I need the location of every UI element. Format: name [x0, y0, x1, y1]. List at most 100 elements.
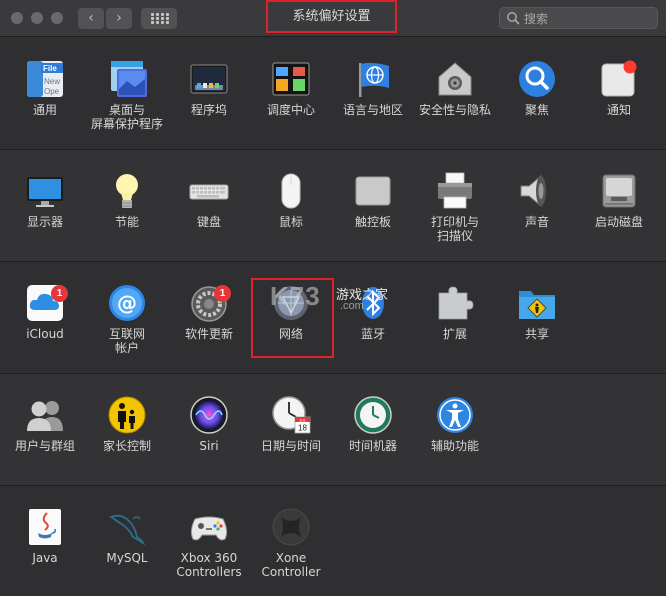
pane-energy-saver[interactable]: 节能 [86, 171, 168, 229]
pane-label: 互联网 帐户 [108, 327, 145, 355]
extensions-icon [438, 286, 474, 320]
pane-trackpad[interactable]: 触控板 [332, 171, 414, 229]
pane-label: 程序坞 [190, 103, 227, 117]
zoom-window-button[interactable] [51, 12, 63, 24]
dock-icon [190, 64, 228, 94]
close-window-button[interactable] [11, 12, 23, 24]
pane-startup-disk[interactable]: 启动磁盘 [578, 171, 660, 229]
pane-accessibility[interactable]: 辅助功能 [414, 395, 496, 453]
pane-label: 调度中心 [266, 103, 315, 117]
xone-controller-icon [272, 508, 310, 546]
startup-disk-icon [602, 174, 636, 208]
pane-label: 网络 [278, 327, 303, 341]
svg-text:File: File [43, 64, 57, 73]
pane-date-time[interactable]: JUL 18 日期与时间 [250, 395, 332, 453]
pane-security-privacy[interactable]: 安全性与隐私 [414, 59, 496, 117]
pane-printers-scanners[interactable]: 打印机与 扫描仪 [414, 171, 496, 243]
pane-siri[interactable]: Siri [168, 395, 250, 453]
pane-label: 软件更新 [184, 327, 233, 341]
pane-label: 通用 [32, 103, 57, 117]
spotlight-icon [519, 61, 555, 97]
pane-language-region[interactable]: 语言与地区 [332, 59, 414, 117]
pane-time-machine[interactable]: 时间机器 [332, 395, 414, 453]
pane-dock[interactable]: 程序坞 [168, 59, 250, 117]
pane-label: 打印机与 扫描仪 [430, 215, 479, 243]
titlebar: ‹ › 系统偏好设置 [0, 0, 666, 37]
notifications-icon [601, 60, 637, 97]
network-icon [274, 286, 308, 320]
notification-badge: 1 [214, 285, 231, 302]
pane-label: 键盘 [196, 215, 221, 229]
pane-network[interactable]: 网络 [250, 283, 332, 341]
chevron-left-icon: ‹ [88, 10, 94, 26]
pane-displays[interactable]: 显示器 [4, 171, 86, 229]
system-preferences-window: ‹ › 系统偏好设置 File New [0, 0, 666, 596]
search-icon [507, 12, 520, 25]
svg-text:New: New [44, 77, 60, 86]
displays-icon [27, 177, 63, 207]
pane-label: 辅助功能 [430, 439, 479, 453]
pane-extensions[interactable]: 扩展 [414, 283, 496, 341]
sharing-icon [519, 291, 555, 319]
energy-saver-icon [116, 174, 138, 208]
pane-mission-control[interactable]: 调度中心 [250, 59, 332, 117]
pane-label: 通知 [606, 103, 631, 117]
pane-mouse[interactable]: 鼠标 [250, 171, 332, 229]
accessibility-icon [437, 397, 473, 433]
desktop-screensaver-icon [111, 61, 147, 97]
forward-button[interactable]: › [106, 8, 132, 29]
pane-label: 显示器 [26, 215, 63, 229]
pane-label: 安全性与隐私 [418, 103, 491, 117]
pane-users-groups[interactable]: 用户与群组 [4, 395, 86, 453]
mouse-icon [281, 173, 301, 209]
pane-label: 用户与群组 [14, 439, 75, 453]
pane-label: 家长控制 [102, 439, 151, 453]
pane-label: 聚焦 [524, 103, 549, 117]
pane-xone-controller[interactable]: Xone Controller [250, 507, 332, 579]
pane-parental-controls[interactable]: 家长控制 [86, 395, 168, 453]
pane-label: 蓝牙 [360, 327, 385, 341]
pane-label: iCloud [26, 327, 64, 341]
parental-controls-icon [108, 396, 146, 434]
pane-label: Java [32, 551, 58, 565]
xbox-360-controllers-icon [190, 516, 228, 541]
printers-scanners-icon [438, 172, 472, 209]
pane-mysql[interactable]: MySQL [86, 507, 168, 565]
search-field[interactable] [499, 7, 658, 29]
security-privacy-icon [438, 62, 472, 96]
pane-xbox-360-controllers[interactable]: Xbox 360 Controllers [168, 507, 250, 579]
pane-keyboard[interactable]: 键盘 [168, 171, 250, 229]
language-region-icon [359, 62, 389, 97]
keyboard-icon [189, 184, 229, 200]
pane-bluetooth[interactable]: 蓝牙 [332, 283, 414, 341]
pane-label: 日期与时间 [260, 439, 321, 453]
pane-notifications[interactable]: 通知 [578, 59, 660, 117]
pane-internet-accounts[interactable]: @ 互联网 帐户 [86, 283, 168, 355]
back-button[interactable]: ‹ [78, 8, 104, 29]
minimize-window-button[interactable] [31, 12, 43, 24]
pane-label: Xbox 360 Controllers [176, 551, 242, 579]
pane-label: 鼠标 [278, 215, 303, 229]
bluetooth-icon [362, 287, 384, 319]
mysql-icon [109, 514, 146, 546]
pane-label: 触控板 [354, 215, 391, 229]
pane-java[interactable]: Java [4, 507, 86, 565]
pane-general[interactable]: File New Ope 通用 [4, 59, 86, 117]
svg-text:18: 18 [298, 424, 307, 433]
pane-desktop-screensaver[interactable]: 桌面与 屏幕保护程序 [86, 59, 168, 131]
pane-sharing[interactable]: 共享 [496, 283, 578, 341]
time-machine-icon [354, 396, 392, 434]
pane-software-update[interactable]: 1 软件更新 [168, 283, 250, 341]
siri-icon [190, 396, 228, 434]
search-input[interactable] [522, 9, 656, 29]
pane-label: 声音 [524, 215, 549, 229]
pane-sound[interactable]: 声音 [496, 171, 578, 229]
pane-icloud[interactable]: 1 iCloud [4, 283, 86, 341]
java-icon [29, 509, 61, 545]
pane-label: 桌面与 屏幕保护程序 [90, 103, 163, 131]
pane-spotlight[interactable]: 聚焦 [496, 59, 578, 117]
mission-control-icon [272, 62, 310, 96]
show-all-button[interactable] [141, 8, 177, 29]
pane-label: 共享 [524, 327, 549, 341]
pane-label: 启动磁盘 [594, 215, 643, 229]
